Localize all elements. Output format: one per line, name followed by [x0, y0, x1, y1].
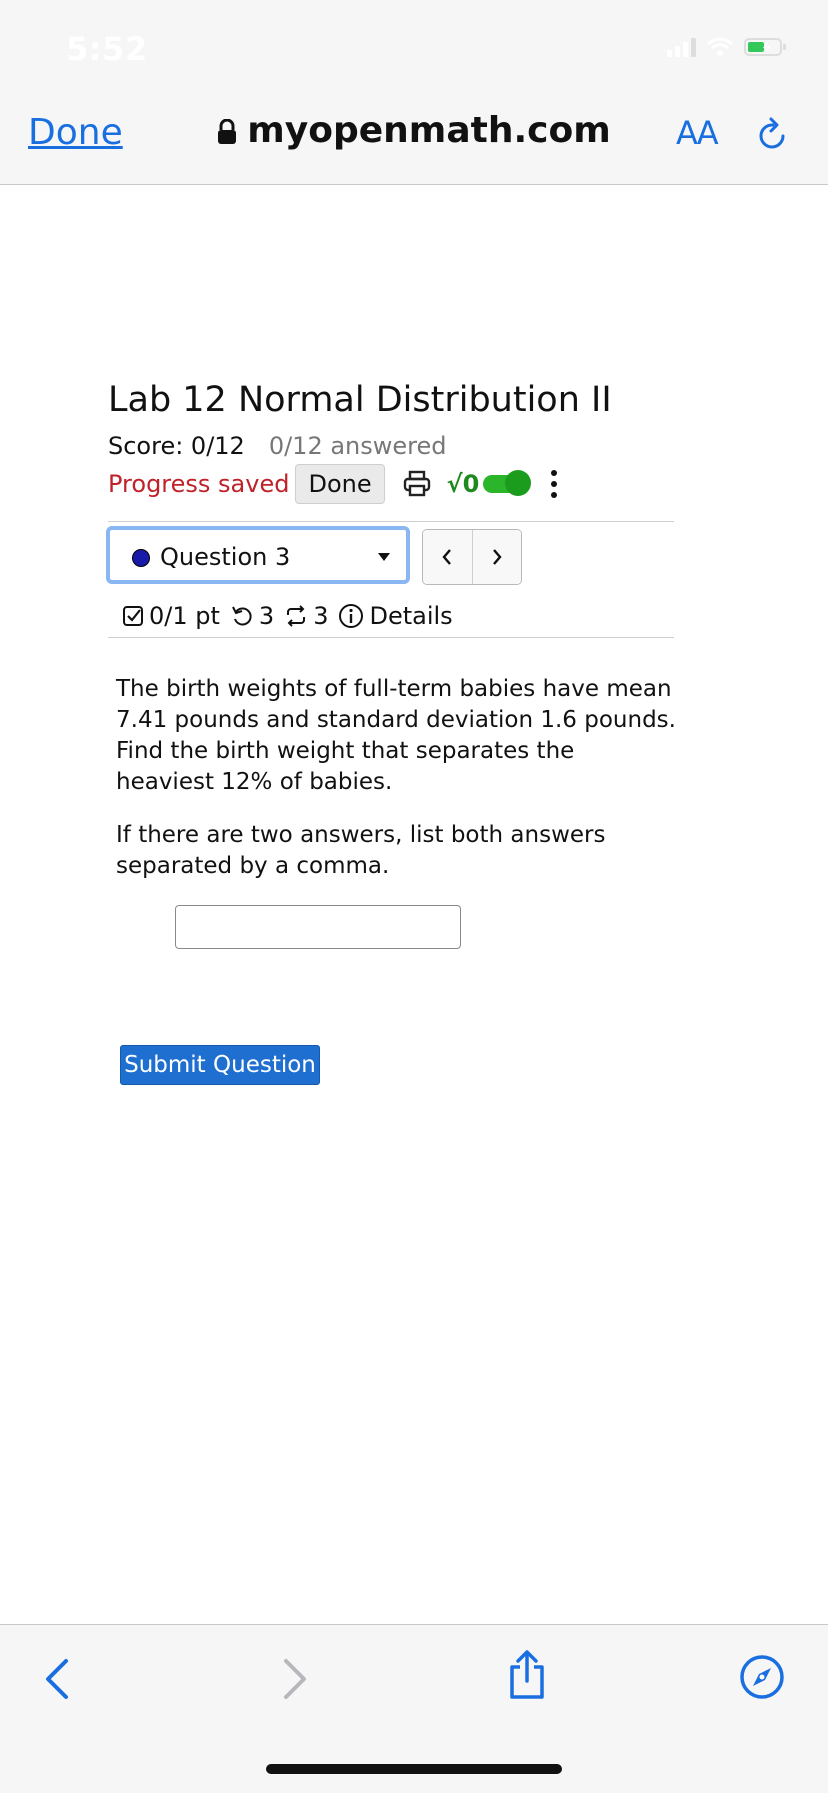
divider: [108, 521, 674, 522]
previous-question-button[interactable]: [423, 530, 472, 584]
details-label: Details: [369, 602, 453, 630]
battery-icon: [744, 38, 786, 56]
regen-group: 3: [284, 602, 328, 630]
info-icon: [339, 604, 364, 628]
question-prompt: The birth weights of full-term babies ha…: [116, 676, 676, 795]
chevron-left-icon: [442, 549, 452, 565]
question-pager: [422, 529, 522, 585]
url-text: myopenmath.com: [247, 110, 611, 151]
points-group: 0/1 pt: [122, 602, 220, 630]
back-icon[interactable]: [42, 1657, 72, 1701]
question-select[interactable]: Question 3: [106, 526, 410, 584]
question-select-label: Question 3: [160, 543, 291, 571]
tries-count: 3: [258, 602, 275, 630]
browser-top-bar: 5:52 Done myopenmath.com AA: [0, 0, 828, 185]
lock-icon: [218, 119, 237, 144]
progress-saved-text: Progress saved: [108, 470, 290, 498]
regen-count: 3: [313, 602, 329, 630]
page-title: Lab 12 Normal Distribution II: [108, 380, 612, 420]
repeat-icon: [287, 605, 306, 627]
status-icons: [667, 36, 788, 58]
question-instructions: If there are two answers, list both answ…: [116, 822, 606, 879]
question-meta: 0/1 pt 3 3 Details: [122, 598, 463, 634]
checkbox-icon: [123, 606, 143, 626]
undo-icon: [232, 606, 252, 626]
home-indicator: [266, 1764, 562, 1774]
score-line: Score: 0/12 0/12 answered: [108, 432, 447, 460]
question-text: The birth weights of full-term babies ha…: [116, 674, 676, 904]
reader-settings-button[interactable]: AA: [676, 114, 719, 152]
compass-icon[interactable]: [738, 1653, 786, 1701]
divider: [108, 637, 674, 638]
share-icon[interactable]: [506, 1649, 548, 1701]
math-entry-toggle[interactable]: [483, 470, 532, 496]
done-button[interactable]: Done: [295, 464, 385, 504]
wifi-icon: [707, 37, 733, 56]
chevron-right-icon: [492, 549, 502, 565]
math-entry-toggle-label: √0: [446, 470, 480, 498]
reload-icon[interactable]: [756, 116, 790, 152]
submit-question-button[interactable]: Submit Question: [120, 1045, 320, 1085]
forward-icon[interactable]: [280, 1657, 310, 1701]
next-question-button[interactable]: [471, 530, 521, 584]
printer-icon[interactable]: [403, 470, 431, 498]
more-options-icon[interactable]: [549, 469, 559, 499]
score-text: Score: 0/12: [108, 432, 245, 460]
dropdown-caret-icon: [378, 553, 390, 561]
answered-count: 0/12 answered: [268, 432, 447, 460]
progress-row: Progress saved Done √0: [108, 464, 559, 504]
signal-icon: [667, 37, 696, 57]
details-button[interactable]: Details: [338, 602, 453, 630]
tries-group: 3: [230, 602, 274, 630]
points-text: 0/1 pt: [149, 602, 220, 630]
question-status-dot: [132, 549, 150, 567]
status-time: 5:52: [66, 30, 148, 68]
answer-input[interactable]: [175, 905, 461, 949]
